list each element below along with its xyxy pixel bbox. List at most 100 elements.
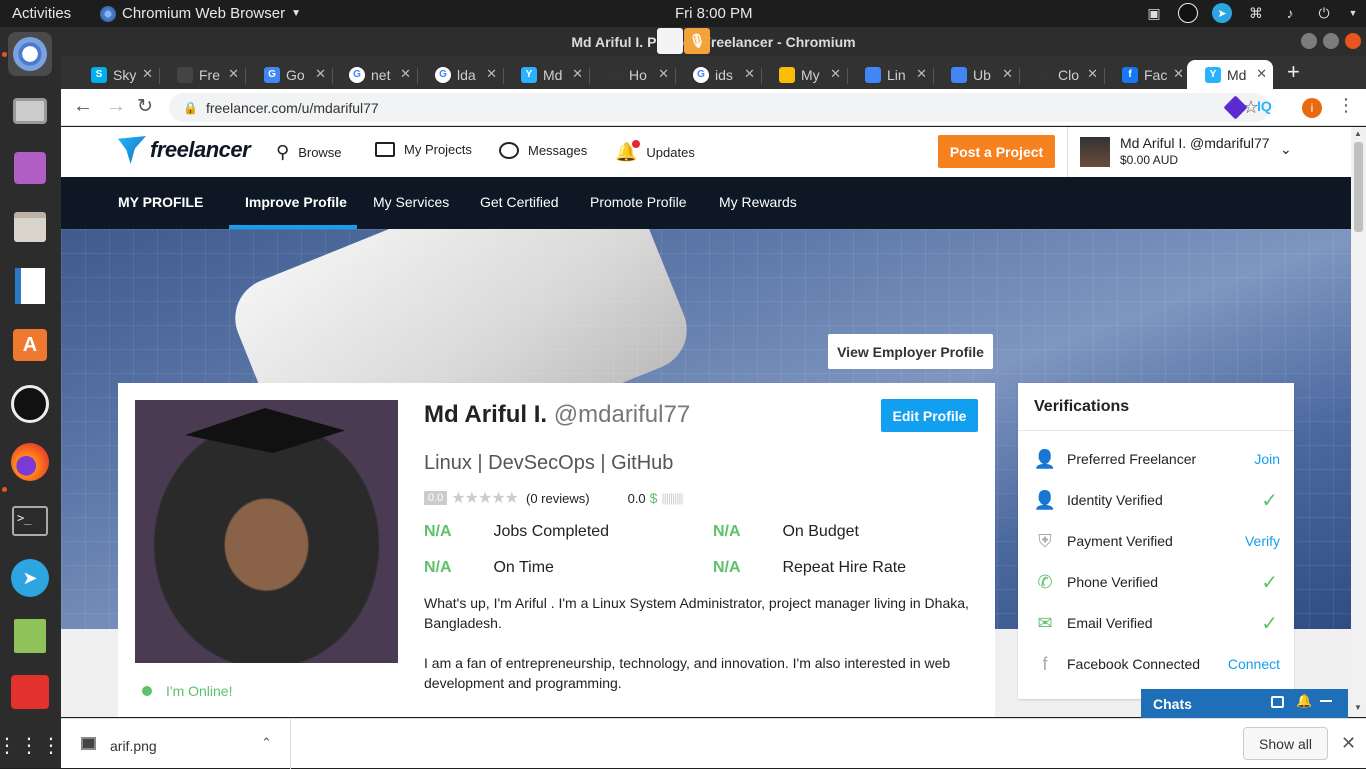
tab-13[interactable]: Y Md ✕ [1187,60,1273,89]
volume-icon[interactable]: ♪ [1280,3,1300,23]
text-editor-launcher[interactable] [8,614,52,658]
edit-profile-button[interactable]: Edit Profile [881,399,978,432]
reload-icon[interactable]: ↻ [137,95,153,118]
close-icon[interactable]: ✕ [315,66,326,82]
tab-6[interactable]: Ho ✕ [589,60,675,89]
telegram-icon[interactable]: ➤ [1212,3,1232,23]
tab-promote-profile[interactable]: Promote Profile [590,194,686,210]
forward-arrow-icon[interactable]: → [106,95,126,118]
user-check-icon: 👤 [1033,489,1057,510]
image-viewer-launcher[interactable] [8,264,52,308]
freelancer-logo[interactable]: freelancer [118,136,251,164]
close-icon[interactable]: ✕ [1002,66,1013,82]
tab-my-rewards[interactable]: My Rewards [719,194,797,210]
screencast-icon[interactable]: ▣ [1144,3,1164,23]
tab-9[interactable]: Lin ✕ [847,60,933,89]
close-icon[interactable]: ✕ [744,66,755,82]
chevron-up-icon[interactable]: ⌃ [261,735,272,751]
close-icon[interactable]: ✕ [486,66,497,82]
terminal-launcher[interactable]: >_ [8,499,52,543]
activities-button[interactable]: Activities [12,5,71,22]
tab-2[interactable]: G Go ✕ [246,60,332,89]
scroll-thumb[interactable] [1354,142,1363,232]
close-icon[interactable]: ✕ [658,66,669,82]
chromium-launcher[interactable] [8,32,52,76]
tab-7[interactable]: Gids ✕ [675,60,761,89]
close-icon[interactable]: ✕ [142,66,153,82]
obs-icon[interactable] [1178,3,1198,23]
profile-photo [135,400,398,663]
network-icon[interactable]: ⌘ [1246,3,1266,23]
obs-launcher[interactable] [8,382,52,426]
app-menu[interactable]: Chromium Web Browser ▼ [100,5,301,22]
nav-messages[interactable]: Messages [499,142,587,159]
close-icon[interactable]: ✕ [228,66,239,82]
chevron-down-icon[interactable]: ▼ [1348,3,1358,23]
tab-my-services[interactable]: My Services [373,194,449,210]
show-all-button[interactable]: Show all [1243,727,1328,760]
menu-icon[interactable]: ⋮ [1337,95,1355,116]
files-launcher[interactable] [8,205,52,249]
download-item[interactable]: arif.png ⌃ [61,719,291,769]
reviews-count[interactable]: (0 reviews) [526,491,590,506]
compose-icon[interactable] [1271,696,1284,708]
verification-action-link[interactable]: Join [1254,451,1280,467]
tab-12[interactable]: f Fac ✕ [1104,60,1190,89]
stat-value: N/A [424,523,452,540]
anydesk-launcher[interactable] [8,670,52,714]
iq-extension-icon[interactable]: IQ [1257,98,1272,114]
close-icon[interactable]: ✕ [1256,66,1267,82]
tab-0[interactable]: S Sky ✕ [73,60,159,89]
close-icon[interactable]: ✕ [400,66,411,82]
tab-3[interactable]: Gnet ✕ [331,60,417,89]
view-employer-profile-button[interactable]: View Employer Profile [828,334,993,369]
nav-browse[interactable]: ⚲ Browse [276,142,342,163]
close-icon[interactable]: ✕ [1173,66,1184,82]
scroll-down-icon[interactable]: ▼ [1354,703,1362,712]
minimize-icon[interactable] [1320,700,1332,702]
firefox-launcher[interactable] [8,440,52,484]
clock[interactable]: Fri 8:00 PM [675,5,753,22]
tab-improve-profile[interactable]: Improve Profile [245,194,347,210]
close-icon[interactable]: ✕ [916,66,927,82]
close-icon[interactable]: ✕ [1341,733,1356,754]
video-launcher[interactable] [8,146,52,190]
tab-11[interactable]: Clo ✕ [1018,60,1104,89]
nav-updates[interactable]: 🔔 Updates [615,140,695,163]
close-icon[interactable]: ✕ [1087,66,1098,82]
tab-get-certified[interactable]: Get Certified [480,194,559,210]
back-arrow-icon[interactable]: ← [73,95,93,118]
new-tab-button[interactable]: + [1287,59,1300,85]
freelancer-icon: Y [1205,66,1221,83]
maximize-button[interactable] [1323,33,1339,49]
telegram-launcher[interactable]: ➤ [8,556,52,600]
scroll-up-icon[interactable]: ▲ [1354,129,1362,138]
stat-value: N/A [713,559,741,576]
tab-4[interactable]: Glda ✕ [417,60,503,89]
verification-action-link[interactable]: Connect [1228,656,1280,672]
my-profile-title[interactable]: MY PROFILE [118,194,203,210]
chevron-down-icon: ⌄ [1280,141,1292,157]
tab-10[interactable]: Ub ✕ [933,60,1019,89]
close-icon[interactable]: ✕ [572,66,583,82]
tab-8[interactable]: My ✕ [761,60,847,89]
profile-avatar-icon[interactable]: i [1302,98,1322,118]
tab-label: My [801,66,820,83]
show-applications-button[interactable]: ⋮⋮⋮ [0,724,61,768]
close-button[interactable] [1345,33,1361,49]
camera-launcher[interactable] [8,89,52,133]
bell-icon[interactable]: 🔔 [1296,693,1312,709]
user-menu[interactable]: Md Ariful I. @mdariful77 $0.00 AUD ⌄ [1080,135,1292,169]
nav-my-projects[interactable]: My Projects [375,142,472,157]
minimize-button[interactable] [1301,33,1317,49]
close-icon[interactable]: ✕ [830,66,841,82]
post-project-button[interactable]: Post a Project [938,135,1055,168]
tab-5[interactable]: Y Md ✕ [503,60,589,89]
address-bar[interactable]: 🔒 freelancer.com/u/mdariful77 ☆ [169,93,1269,122]
power-icon[interactable]: ⏻ [1314,3,1334,23]
verification-action-link[interactable]: Verify [1245,533,1280,549]
chats-bar[interactable]: Chats 🔔 [1141,689,1348,718]
tab-1[interactable]: Fre ✕ [159,60,245,89]
page-scrollbar[interactable]: ▲ ▼ [1351,127,1366,717]
software-launcher[interactable]: A [8,323,52,367]
